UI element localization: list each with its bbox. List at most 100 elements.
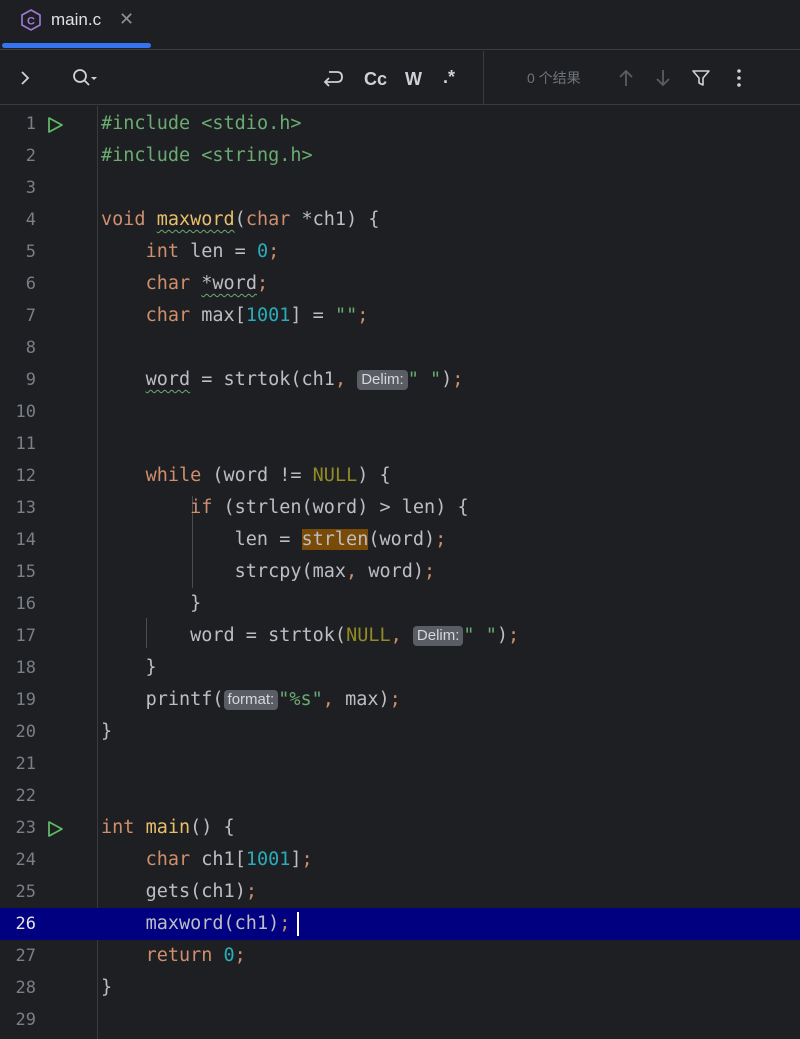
active-tab-indicator <box>2 43 151 48</box>
line-number: 27 <box>15 946 36 966</box>
next-occurrence-icon[interactable] <box>654 68 672 88</box>
line-number: 20 <box>15 722 36 742</box>
code-line-22[interactable]: 22 <box>0 780 800 812</box>
code-line-19[interactable]: 19 printf(format: "%s", max); <box>0 684 800 716</box>
code-line-27[interactable]: 27 return 0; <box>0 940 800 972</box>
line-number: 16 <box>15 594 36 614</box>
code-line-14[interactable]: 14 len = strlen(word); <box>0 524 800 556</box>
line-number: 3 <box>25 178 36 198</box>
editor-tab-bar: C main.c ✕ <box>0 0 800 50</box>
line-number: 12 <box>15 466 36 486</box>
code-line-1[interactable]: 1 #include <stdio.h> <box>0 108 800 140</box>
line-number: 29 <box>15 1010 36 1030</box>
line-number: 7 <box>25 306 36 326</box>
parameter-hint: format: <box>223 690 279 710</box>
line-number: 10 <box>15 402 36 422</box>
code-line-7[interactable]: 7 char max[1001] = ""; <box>0 300 800 332</box>
results-count: 0 个结果 <box>527 70 581 86</box>
code-line-26[interactable]: 26 maxword(ch1); <box>0 908 800 940</box>
code-line-20[interactable]: 20 } <box>0 716 800 748</box>
code-text: strcpy(max, word); <box>234 561 436 582</box>
code-text: #include <stdio.h> <box>101 113 302 134</box>
line-number: 5 <box>25 242 36 262</box>
code-line-10[interactable]: 10 <box>0 396 800 428</box>
line-number: 2 <box>25 146 36 166</box>
code-line-2[interactable]: 2 #include <string.h> <box>0 140 800 172</box>
line-number: 24 <box>15 850 36 870</box>
line-number: 28 <box>15 978 36 998</box>
svg-text:C: C <box>27 16 35 28</box>
code-text: printf(format: "%s", max); <box>145 689 401 710</box>
code-line-17[interactable]: 17 word = strtok(NULL, Delim: " "); <box>0 620 800 652</box>
code-text: maxword(ch1); <box>145 913 291 934</box>
tab-main-c[interactable]: C main.c ✕ <box>0 0 152 50</box>
code-line-21[interactable]: 21 <box>0 748 800 780</box>
run-gutter-icon[interactable] <box>46 820 64 838</box>
tab-label: main.c <box>51 10 102 29</box>
code-editor[interactable]: 1 #include <stdio.h> 2 #include <string.… <box>0 106 800 1039</box>
code-line-4[interactable]: 4 void maxword(char *ch1) { <box>0 204 800 236</box>
match-case-toggle[interactable]: Cc <box>364 68 387 90</box>
line-number: 4 <box>25 210 36 230</box>
regex-toggle[interactable]: .* <box>443 66 455 88</box>
line-number: 11 <box>15 434 36 454</box>
code-line-28[interactable]: 28 } <box>0 972 800 1004</box>
search-input[interactable] <box>115 65 315 91</box>
line-number: 26 <box>15 914 36 934</box>
parameter-hint: Delim: <box>357 370 408 390</box>
code-text: char max[1001] = ""; <box>145 305 369 326</box>
code-text: } <box>101 657 157 678</box>
code-line-23[interactable]: 23 int main() { <box>0 812 800 844</box>
code-line-5[interactable]: 5 int len = 0; <box>0 236 800 268</box>
c-file-icon: C <box>21 9 41 31</box>
code-text: } <box>101 721 113 742</box>
code-text: gets(ch1); <box>145 881 257 902</box>
close-icon[interactable]: ✕ <box>119 8 134 30</box>
code-line-16[interactable]: 16 } <box>0 588 800 620</box>
line-number: 19 <box>15 690 36 710</box>
filter-icon[interactable] <box>691 68 711 88</box>
more-options-icon[interactable] <box>734 68 744 88</box>
new-line-toggle-icon[interactable] <box>321 67 345 89</box>
code-line-29[interactable]: 29 <box>0 1004 800 1036</box>
code-text: while (word != NULL) { <box>145 465 391 486</box>
code-text: int main() { <box>101 817 235 838</box>
code-text: len = strlen(word); <box>234 529 447 550</box>
code-line-25[interactable]: 25 gets(ch1); <box>0 876 800 908</box>
line-number: 23 <box>15 818 36 838</box>
line-number: 17 <box>15 626 36 646</box>
run-gutter-icon[interactable] <box>46 116 64 134</box>
expand-replace-chevron-icon[interactable] <box>18 70 32 86</box>
code-text: } <box>101 593 202 614</box>
code-text: char ch1[1001]; <box>145 849 313 870</box>
find-toolbar: Cc W .* 0 个结果 <box>0 51 800 105</box>
line-number: 18 <box>15 658 36 678</box>
code-line-3[interactable]: 3 <box>0 172 800 204</box>
text-caret <box>297 912 299 936</box>
code-text: char *word; <box>145 273 269 294</box>
code-text: if (strlen(word) > len) { <box>190 497 469 518</box>
code-line-8[interactable]: 8 <box>0 332 800 364</box>
whole-words-toggle[interactable]: W <box>405 68 422 90</box>
code-line-12[interactable]: 12 while (word != NULL) { <box>0 460 800 492</box>
line-number: 15 <box>15 562 36 582</box>
line-number: 22 <box>15 786 36 806</box>
code-line-13[interactable]: 13 if (strlen(word) > len) { <box>0 492 800 524</box>
code-text: return 0; <box>145 945 246 966</box>
code-line-18[interactable]: 18 } <box>0 652 800 684</box>
line-number: 8 <box>25 338 36 358</box>
code-line-24[interactable]: 24 char ch1[1001]; <box>0 844 800 876</box>
code-text: word = strtok(ch1, Delim: " "); <box>145 369 464 390</box>
search-history-icon[interactable] <box>72 68 98 88</box>
line-number: 9 <box>25 370 36 390</box>
code-line-15[interactable]: 15 strcpy(max, word); <box>0 556 800 588</box>
line-number: 14 <box>15 530 36 550</box>
previous-occurrence-icon[interactable] <box>617 68 635 88</box>
parameter-hint: Delim: <box>412 626 464 646</box>
code-line-9[interactable]: 9 word = strtok(ch1, Delim: " "); <box>0 364 800 396</box>
code-line-6[interactable]: 6 char *word; <box>0 268 800 300</box>
code-text: #include <string.h> <box>101 145 313 166</box>
code-line-11[interactable]: 11 <box>0 428 800 460</box>
line-number: 21 <box>15 754 36 774</box>
line-number: 1 <box>25 114 36 134</box>
